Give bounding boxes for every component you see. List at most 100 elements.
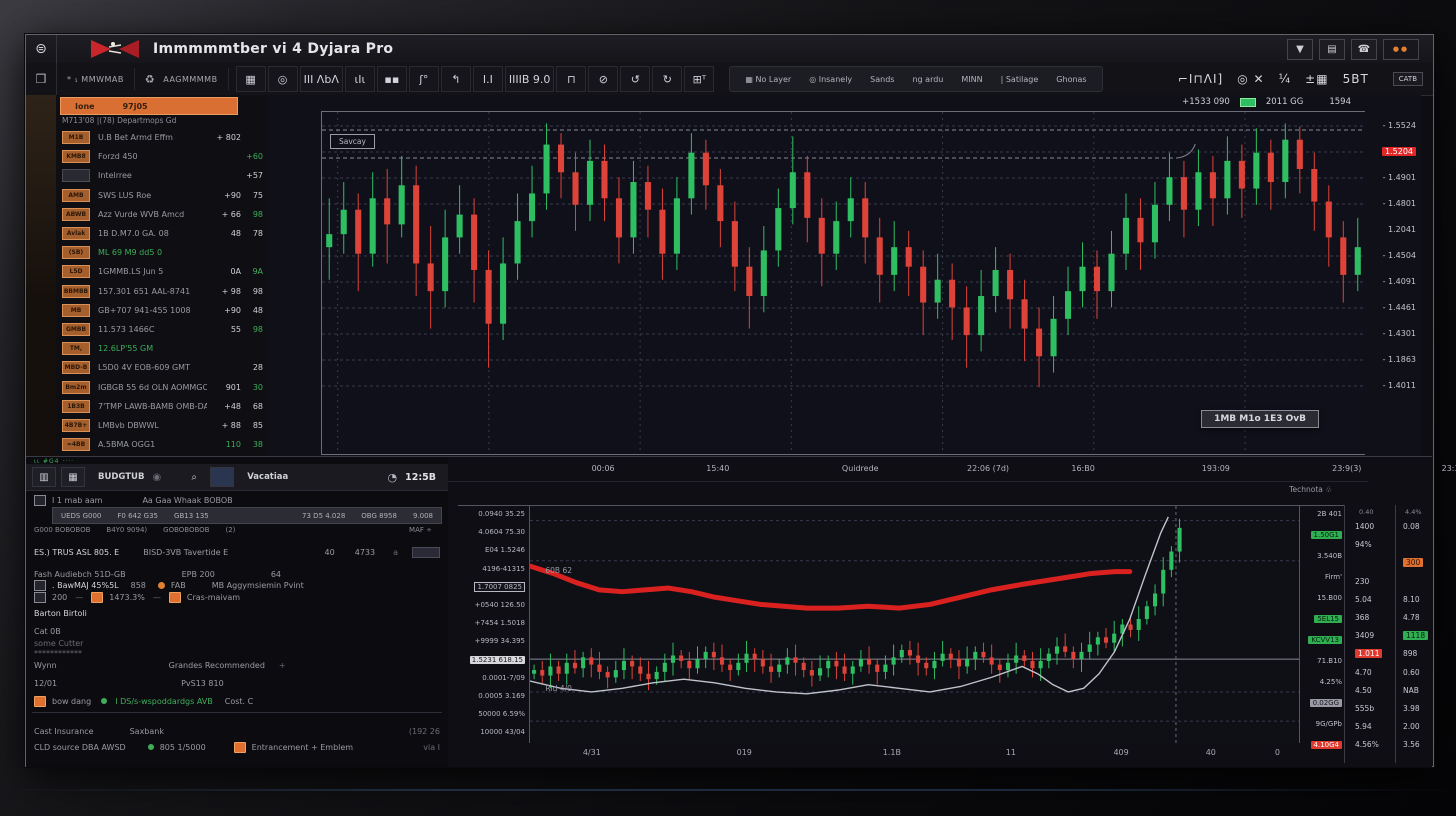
- restore-button[interactable]: ▤: [1319, 39, 1345, 60]
- terminal-row[interactable]: ES.) TRUS ASL 805. EBISD-3VB Tavertide E…: [34, 545, 440, 559]
- quote-cell[interactable]: 1.011: [1355, 649, 1382, 658]
- market-watch-row[interactable]: Intelrree+57: [56, 166, 268, 185]
- quote-cell[interactable]: 1118: [1403, 631, 1428, 640]
- market-watch-row[interactable]: (SB)ML 69 M9 dd5 0: [56, 243, 268, 262]
- quote-cell[interactable]: 1400: [1355, 522, 1374, 531]
- quote-cell[interactable]: 0.60: [1403, 668, 1420, 677]
- menu-item-5[interactable]: | Satilage: [992, 75, 1048, 84]
- quote-cell[interactable]: 5.04: [1355, 595, 1372, 604]
- market-watch-row[interactable]: 1B3B7'TMP LAWB-BAMB OMB-DAWN+4868: [56, 397, 268, 416]
- market-watch-row[interactable]: Bm2mIGBGB 55 6d OLN AOMMGOT90130: [56, 377, 268, 396]
- quote-cell[interactable]: 300: [1403, 558, 1423, 567]
- quote-cell[interactable]: 3.56: [1403, 740, 1420, 749]
- terminal-row[interactable]: 200—1473.3%—Cras-maivam: [34, 590, 440, 604]
- toolbar-icon-10[interactable]: ⊘: [588, 66, 618, 92]
- toolbar-icon-12[interactable]: ↻: [652, 66, 682, 92]
- symbol-dropdown[interactable]: * ₁ MMWMAB: [57, 68, 135, 90]
- quote-cell[interactable]: 4.50: [1355, 686, 1372, 695]
- toolbar-icon-6[interactable]: ↰: [441, 66, 471, 92]
- market-watch-row[interactable]: =4BBA.5BMA OGG111038: [56, 435, 268, 454]
- symbol-change: +60: [246, 152, 263, 161]
- market-watch-row[interactable]: MBGB+707 941-455 1008+9048: [56, 301, 268, 320]
- quote-cell[interactable]: 898: [1403, 649, 1417, 658]
- quote-cell[interactable]: 2.00: [1403, 722, 1420, 731]
- technota-label[interactable]: Technota ♧: [1289, 485, 1332, 494]
- terminal-row[interactable]: WynnGrandes Recommended+: [34, 658, 440, 672]
- quote-cell[interactable]: 94%: [1355, 540, 1372, 549]
- toolbar-icon-11[interactable]: ↺: [620, 66, 650, 92]
- terminal-row[interactable]: Barton Birtoli: [34, 606, 440, 620]
- toolbar-icon-13[interactable]: ⊞ᵀ: [684, 66, 714, 92]
- market-watch-row[interactable]: M1BU.B Bet Armd Effm+ 802: [56, 128, 268, 147]
- quote-cell[interactable]: 3.98: [1403, 704, 1420, 713]
- market-watch-row[interactable]: KMB8Forzd 450+60: [56, 147, 268, 166]
- toolbar-icon-5[interactable]: ʃ°: [409, 66, 439, 92]
- terminal-row[interactable]: 12/01PvS13 810: [34, 676, 440, 690]
- menu-item-2[interactable]: Sands: [861, 75, 903, 84]
- fraction-icon[interactable]: ¼: [1279, 72, 1292, 86]
- market-watch-row[interactable]: GMBB11.573 1466C5598: [56, 320, 268, 339]
- timeframe-overlay-button[interactable]: 1MB M1o 1E3 OvB: [1201, 410, 1319, 428]
- toolbar-icon-2[interactable]: ΙΙΙ ΛbΛ: [300, 66, 343, 92]
- minimize-button[interactable]: ▼: [1287, 39, 1313, 60]
- tab-symbols[interactable]: Ione: [61, 102, 109, 111]
- market-watch-row[interactable]: BBMBB157.301 651 AAL-8741+ 9898: [56, 282, 268, 301]
- toolbar-icon-7[interactable]: Ι.Ι: [473, 66, 503, 92]
- menu-item-0[interactable]: ▦ No Layer: [736, 75, 800, 84]
- quote-cell[interactable]: 230: [1355, 577, 1369, 586]
- terminal-text: Barton Birtoli: [34, 609, 87, 618]
- menu-item-4[interactable]: MINN: [952, 75, 991, 84]
- quote-cell[interactable]: 4.56%: [1355, 740, 1379, 749]
- quote-cell[interactable]: NAB: [1403, 686, 1419, 695]
- quote-cell[interactable]: 4.70: [1355, 668, 1372, 677]
- toolbar-icon-8[interactable]: ΙΙΙΙΒ 9.0: [505, 66, 555, 92]
- panel-toggle-icon[interactable]: ❒: [26, 63, 57, 95]
- menu-item-3[interactable]: ng ardu: [903, 75, 952, 84]
- toolbar-icon-4[interactable]: ▪▪: [377, 66, 407, 92]
- market-watch-row[interactable]: MBD-BL5D0 4V EOB-609 GMT28: [56, 358, 268, 377]
- symbol-name: Azz Vurde WVB Amcd: [98, 210, 207, 219]
- cats-badge[interactable]: CATB: [1393, 72, 1423, 86]
- main-chart-plot[interactable]: Savcay 1MB M1o 1E3 OvB: [321, 111, 1365, 455]
- market-watch-row[interactable]: AMBSWS LUS Roe+9075: [56, 186, 268, 205]
- badge-icon: [412, 547, 440, 558]
- terminal-row[interactable]: CLD source DBA AWSD805 1/5000Entrancemen…: [34, 740, 440, 754]
- quote-cell[interactable]: 555b: [1355, 704, 1374, 713]
- symbol-value: 48: [211, 229, 241, 238]
- indicator-right-label: 4.10G4: [1311, 741, 1342, 749]
- toolbar-icon-1[interactable]: ◎: [268, 66, 298, 92]
- settings-icon[interactable]: 5ΒΤ: [1343, 72, 1369, 86]
- market-watch-row[interactable]: ABWBAzz Vurde WVB Amcd+ 6698: [56, 205, 268, 224]
- app-menu-icon[interactable]: ⊜: [26, 35, 57, 63]
- timeframe-dropdown-label: AAGMMMMB: [163, 75, 217, 84]
- symbol-badge-icon: 1B3B: [62, 400, 90, 413]
- tab-tick-chart[interactable]: 97j05: [109, 102, 162, 111]
- terminal-row[interactable]: Ι 1 mab aamAa Gaa Whaak BOBOB: [34, 493, 440, 507]
- terminal-row[interactable]: bow dangΙ DS/s-wspoddardgs AVBCost. C: [34, 694, 440, 708]
- quote-cell[interactable]: 0.08: [1403, 522, 1420, 531]
- quote-cell[interactable]: 4.78: [1403, 613, 1420, 622]
- chart-layout-icon[interactable]: ⌐Ι⊓ΛΙ]: [1178, 72, 1223, 86]
- indicator-plot[interactable]: 60B 62Rid 4/0: [529, 506, 1300, 743]
- terminal-row[interactable]: Cast InsuranceSaxbank(192 26: [34, 724, 440, 738]
- quote-cell[interactable]: 8.10: [1403, 595, 1420, 604]
- market-watch-row[interactable]: L5D1GMMB.LS Jun 50A9A: [56, 262, 268, 281]
- menu-item-1[interactable]: ◎ Insanely: [800, 75, 861, 84]
- legend-value-1: +1533 090: [1182, 97, 1230, 107]
- zoom-tools-icon[interactable]: ◎ ✕: [1237, 72, 1264, 86]
- market-watch-row[interactable]: Avlak1B D.M7.0 GA. 084878: [56, 224, 268, 243]
- timeframe-dropdown[interactable]: ♻AAGMMMMB: [135, 68, 229, 90]
- market-watch-row[interactable]: TM,12.6LP'55 GM: [56, 339, 268, 358]
- toolbar-icon-0[interactable]: ▦: [236, 66, 266, 92]
- toolbar-icon-3[interactable]: ιΙι: [345, 66, 375, 92]
- toolbar-icon-9[interactable]: ⊓: [556, 66, 586, 92]
- symbol-name: 1GMMB.LS Jun 5: [98, 267, 207, 276]
- menu-item-6[interactable]: Ghonas: [1047, 75, 1095, 84]
- market-watch-header: M713'08 |(78) Departmops Gd: [62, 116, 262, 125]
- quote-cell[interactable]: 3409: [1355, 631, 1374, 640]
- close-button[interactable]: ☎: [1351, 39, 1377, 60]
- add-grid-icon[interactable]: ±▦: [1305, 72, 1328, 86]
- quote-cell[interactable]: 5.94: [1355, 722, 1372, 731]
- quote-cell[interactable]: 368: [1355, 613, 1369, 622]
- market-watch-row[interactable]: 4B7B+LMBvb DBWWL+ 8885: [56, 416, 268, 435]
